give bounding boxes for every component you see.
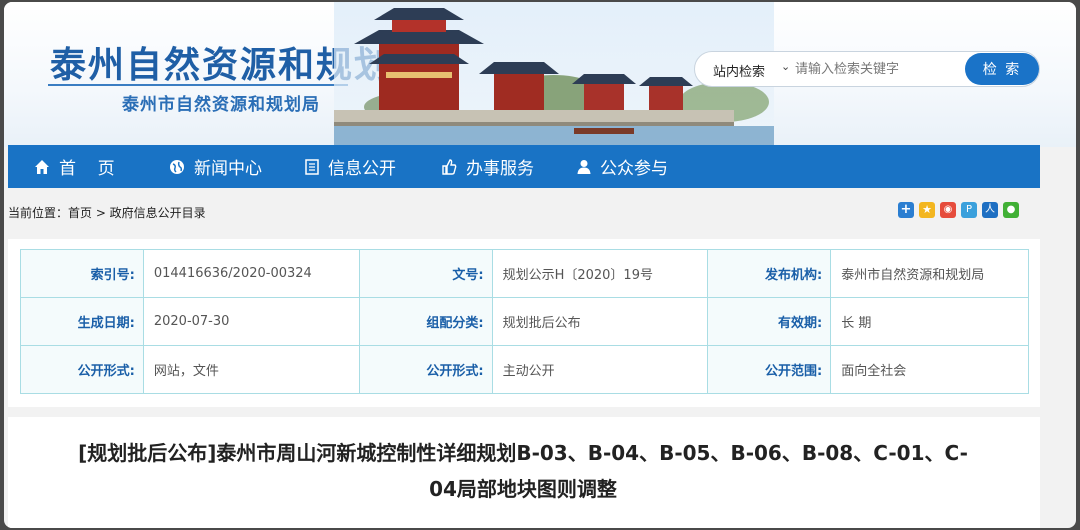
document-icon xyxy=(305,158,319,175)
nav-item-label: 信息公开 xyxy=(328,159,396,179)
metadata-panel: 索引号: 014416636/2020-00324 文号: 规划公示H〔2020… xyxy=(8,239,1040,407)
user-icon xyxy=(577,159,591,174)
nav-item-info-disclosure[interactable]: 信息公开 xyxy=(305,145,396,188)
table-row: 生成日期: 2020-07-30 组配分类: 规划批后公布 有效期: 长 期 xyxy=(20,297,1029,346)
category-label: 组配分类: xyxy=(358,297,493,346)
metadata-table: 索引号: 014416636/2020-00324 文号: 规划公示H〔2020… xyxy=(20,249,1029,394)
nav-item-home[interactable]: 首 页 xyxy=(34,145,115,188)
created-date-value: 2020-07-30 xyxy=(142,297,360,346)
search-box: 站内检索 ⌄ 检 索 xyxy=(694,51,1040,87)
browser-page: 泰州自然资源和规划 泰州市自然资源和规划局 站内检索 ⌄ 请输入检索关键字 检 … xyxy=(4,2,1076,528)
more-share-icon[interactable]: + xyxy=(898,202,914,218)
disclosure-scope-label: 公开范围: xyxy=(707,345,832,394)
qzone-icon[interactable]: ★ xyxy=(919,202,935,218)
disclosure-method-label: 公开形式: xyxy=(358,345,493,394)
publisher-value: 泰州市自然资源和规划局 xyxy=(830,249,1029,298)
breadcrumb: 当前位置：首页 > 政府信息公开目录 xyxy=(8,206,206,220)
nav-item-label: 首 页 xyxy=(59,159,115,179)
disclosure-method-value: 主动公开 xyxy=(491,345,709,394)
chevron-down-icon[interactable]: ⌄ xyxy=(781,60,790,73)
nav-item-public-participation[interactable]: 公众参与 xyxy=(577,145,668,188)
main-nav: 首 页 新闻中心 信息公开 办事服务 公众参与 xyxy=(8,145,1040,188)
category-value: 规划批后公布 xyxy=(491,297,709,346)
article-title: [规划批后公布]泰州市周山河新城控制性详细规划B-03、B-04、B-05、B-… xyxy=(28,435,1018,507)
search-button[interactable]: 检 索 xyxy=(965,53,1039,85)
index-number-value: 014416636/2020-00324 xyxy=(142,249,360,298)
document-number-value: 规划公示H〔2020〕19号 xyxy=(491,249,709,298)
disclosure-scope-value: 面向全社会 xyxy=(830,345,1029,394)
nav-item-news[interactable]: 新闻中心 xyxy=(169,145,262,188)
table-row: 索引号: 014416636/2020-00324 文号: 规划公示H〔2020… xyxy=(20,249,1029,298)
nav-item-label: 新闻中心 xyxy=(194,159,262,179)
article-title-line: 04局部地块图则调整 xyxy=(429,477,617,501)
nav-item-services[interactable]: 办事服务 xyxy=(441,145,534,188)
renren-icon[interactable]: 人 xyxy=(982,202,998,218)
home-icon xyxy=(35,159,49,174)
share-toolbar: + ★ ◉ P 人 ● xyxy=(898,202,1019,218)
tencent-weibo-icon[interactable]: P xyxy=(961,202,977,218)
header-banner: 泰州自然资源和规划 泰州市自然资源和规划局 站内检索 ⌄ 请输入检索关键字 检 … xyxy=(4,2,1076,147)
disclosure-form-label: 公开形式: xyxy=(20,345,144,394)
article-title-line: [规划批后公布]泰州市周山河新城控制性详细规划B-03、B-04、B-05、B-… xyxy=(78,441,968,465)
nav-item-label: 公众参与 xyxy=(600,159,668,179)
validity-label: 有效期: xyxy=(707,297,832,346)
thumbs-up-icon xyxy=(442,158,457,175)
wechat-icon[interactable]: ● xyxy=(1003,202,1019,218)
created-date-label: 生成日期: xyxy=(20,297,144,346)
article-panel: [规划批后公布]泰州市周山河新城控制性详细规划B-03、B-04、B-05、B-… xyxy=(8,417,1040,528)
validity-value: 长 期 xyxy=(830,297,1029,346)
nav-item-label: 办事服务 xyxy=(466,159,534,179)
search-input[interactable] xyxy=(795,58,955,80)
site-subtitle: 泰州市自然资源和规划局 xyxy=(122,95,320,115)
disclosure-form-value: 网站，文件 xyxy=(142,345,360,394)
search-scope-select[interactable]: 站内检索 xyxy=(713,61,765,80)
publisher-label: 发布机构: xyxy=(707,249,832,298)
weibo-icon[interactable]: ◉ xyxy=(940,202,956,218)
index-number-label: 索引号: xyxy=(20,249,144,298)
globe-icon xyxy=(170,159,184,174)
document-number-label: 文号: xyxy=(358,249,493,298)
table-row: 公开形式: 网站，文件 公开形式: 主动公开 公开范围: 面向全社会 xyxy=(20,345,1029,394)
